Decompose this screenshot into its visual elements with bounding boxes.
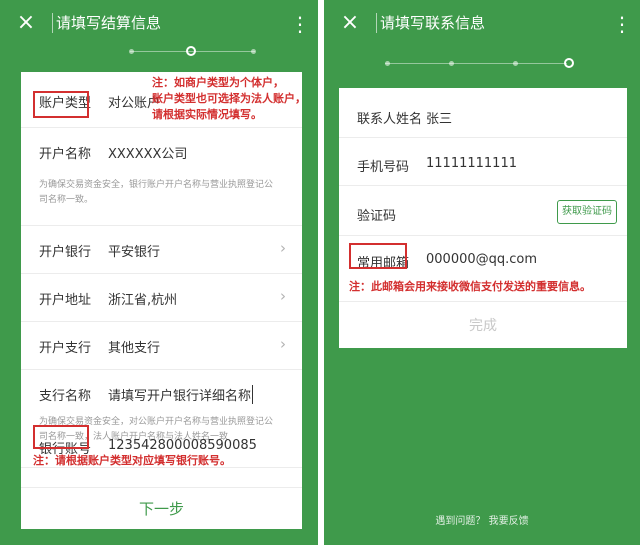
account-name-hint: 为确保交易资金安全，银行账户开户名称与营业执照登记公 司名称一致。 [39, 180, 274, 205]
branch-label: 开户支行 [39, 341, 92, 356]
step-dot [385, 61, 390, 66]
account-number-value: 123542800008590085 [108, 438, 257, 453]
bank-location-row[interactable]: 开户地址 浙江省,杭州 › [21, 274, 302, 322]
close-icon[interactable]: × [338, 10, 362, 36]
contact-name-label: 联系人姓名 [357, 112, 423, 127]
bank-location-label: 开户地址 [39, 293, 92, 308]
page-title: 请填写结算信息 [56, 14, 162, 32]
step-dot-current [186, 46, 196, 56]
get-code-button[interactable]: 获取验证码 [557, 200, 617, 224]
more-icon[interactable]: ⋮ [612, 12, 632, 36]
contact-form-card: 联系人姓名 张三 手机号码 11111111111 验证码 获取验证码 常用邮箱… [339, 88, 627, 348]
annotation-note-account-number: 注：请根据账户类型对应填写银行账号。 [33, 454, 231, 467]
feedback-link[interactable]: 遇到问题？ 我要反馈 [324, 512, 640, 527]
contact-info-screen: × 请填写联系信息 ⋮ 联系人姓名 张三 手机号码 11111111111 验证… [324, 0, 640, 545]
verification-code-label: 验证码 [357, 209, 397, 224]
chevron-right-icon: › [280, 239, 286, 257]
email-value: 000000@qq.com [426, 252, 538, 267]
contact-name-row[interactable]: 联系人姓名 张三 [339, 88, 627, 138]
top-bar: × 请填写联系信息 ⋮ [324, 0, 640, 46]
top-bar: × 请填写结算信息 ⋮ [0, 0, 318, 46]
step-dot [513, 61, 518, 66]
bank-row[interactable]: 开户银行 平安银行 › [21, 226, 302, 274]
step-dot [251, 49, 256, 54]
divider [52, 13, 53, 33]
divider [376, 13, 377, 33]
branch-value: 其他支行 [108, 341, 161, 356]
annotation-box-account-type [33, 91, 89, 118]
annotation-note-account-type: 注：如商户类型为个体户， 账户类型也可选择为法人账户， 请根据实际情况填写。 [152, 76, 306, 121]
verification-code-row[interactable]: 验证码 获取验证码 [339, 186, 627, 236]
next-step-button[interactable]: 下一步 [21, 487, 302, 529]
phone-row[interactable]: 手机号码 11111111111 [339, 138, 627, 186]
done-button[interactable]: 完成 [339, 304, 627, 348]
annotation-box-email [349, 243, 407, 269]
branch-row[interactable]: 开户支行 其他支行 › [21, 322, 302, 370]
step-dot [129, 49, 134, 54]
more-icon[interactable]: ⋮ [290, 12, 310, 36]
branch-name-label: 支行名称 [39, 389, 92, 404]
branch-name-input[interactable]: 请填写开户银行详细名称 [108, 385, 254, 404]
annotation-note-email: 注：此邮箱会用来接收微信支付发送的重要信息。 [349, 280, 591, 293]
account-name-label: 开户名称 [39, 147, 92, 162]
bank-label: 开户银行 [39, 245, 92, 260]
divider [339, 301, 627, 302]
step-dot [449, 61, 454, 66]
phone-label: 手机号码 [357, 160, 410, 175]
phone-value: 11111111111 [426, 156, 517, 171]
settlement-info-screen: × 请填写结算信息 ⋮ 账户类型 对公账户 开户名称 XXXXXX公司 为确保交… [0, 0, 318, 545]
bank-value: 平安银行 [108, 245, 161, 260]
step-progress-line [385, 63, 567, 64]
chevron-right-icon: › [280, 335, 286, 353]
chevron-right-icon: › [280, 287, 286, 305]
contact-name-value: 张三 [426, 112, 453, 127]
bank-location-value: 浙江省,杭州 [108, 293, 178, 308]
page-title: 请填写联系信息 [380, 14, 486, 32]
annotation-box-account-number [33, 425, 89, 449]
account-name-row[interactable]: 开户名称 XXXXXX公司 为确保交易资金安全，银行账户开户名称与营业执照登记公… [21, 128, 302, 226]
account-number-row[interactable]: 银行账号 123542800008590085 [21, 438, 302, 488]
account-name-value: XXXXXX公司 [108, 147, 188, 162]
step-dot-current [564, 58, 574, 68]
close-icon[interactable]: × [14, 10, 38, 36]
